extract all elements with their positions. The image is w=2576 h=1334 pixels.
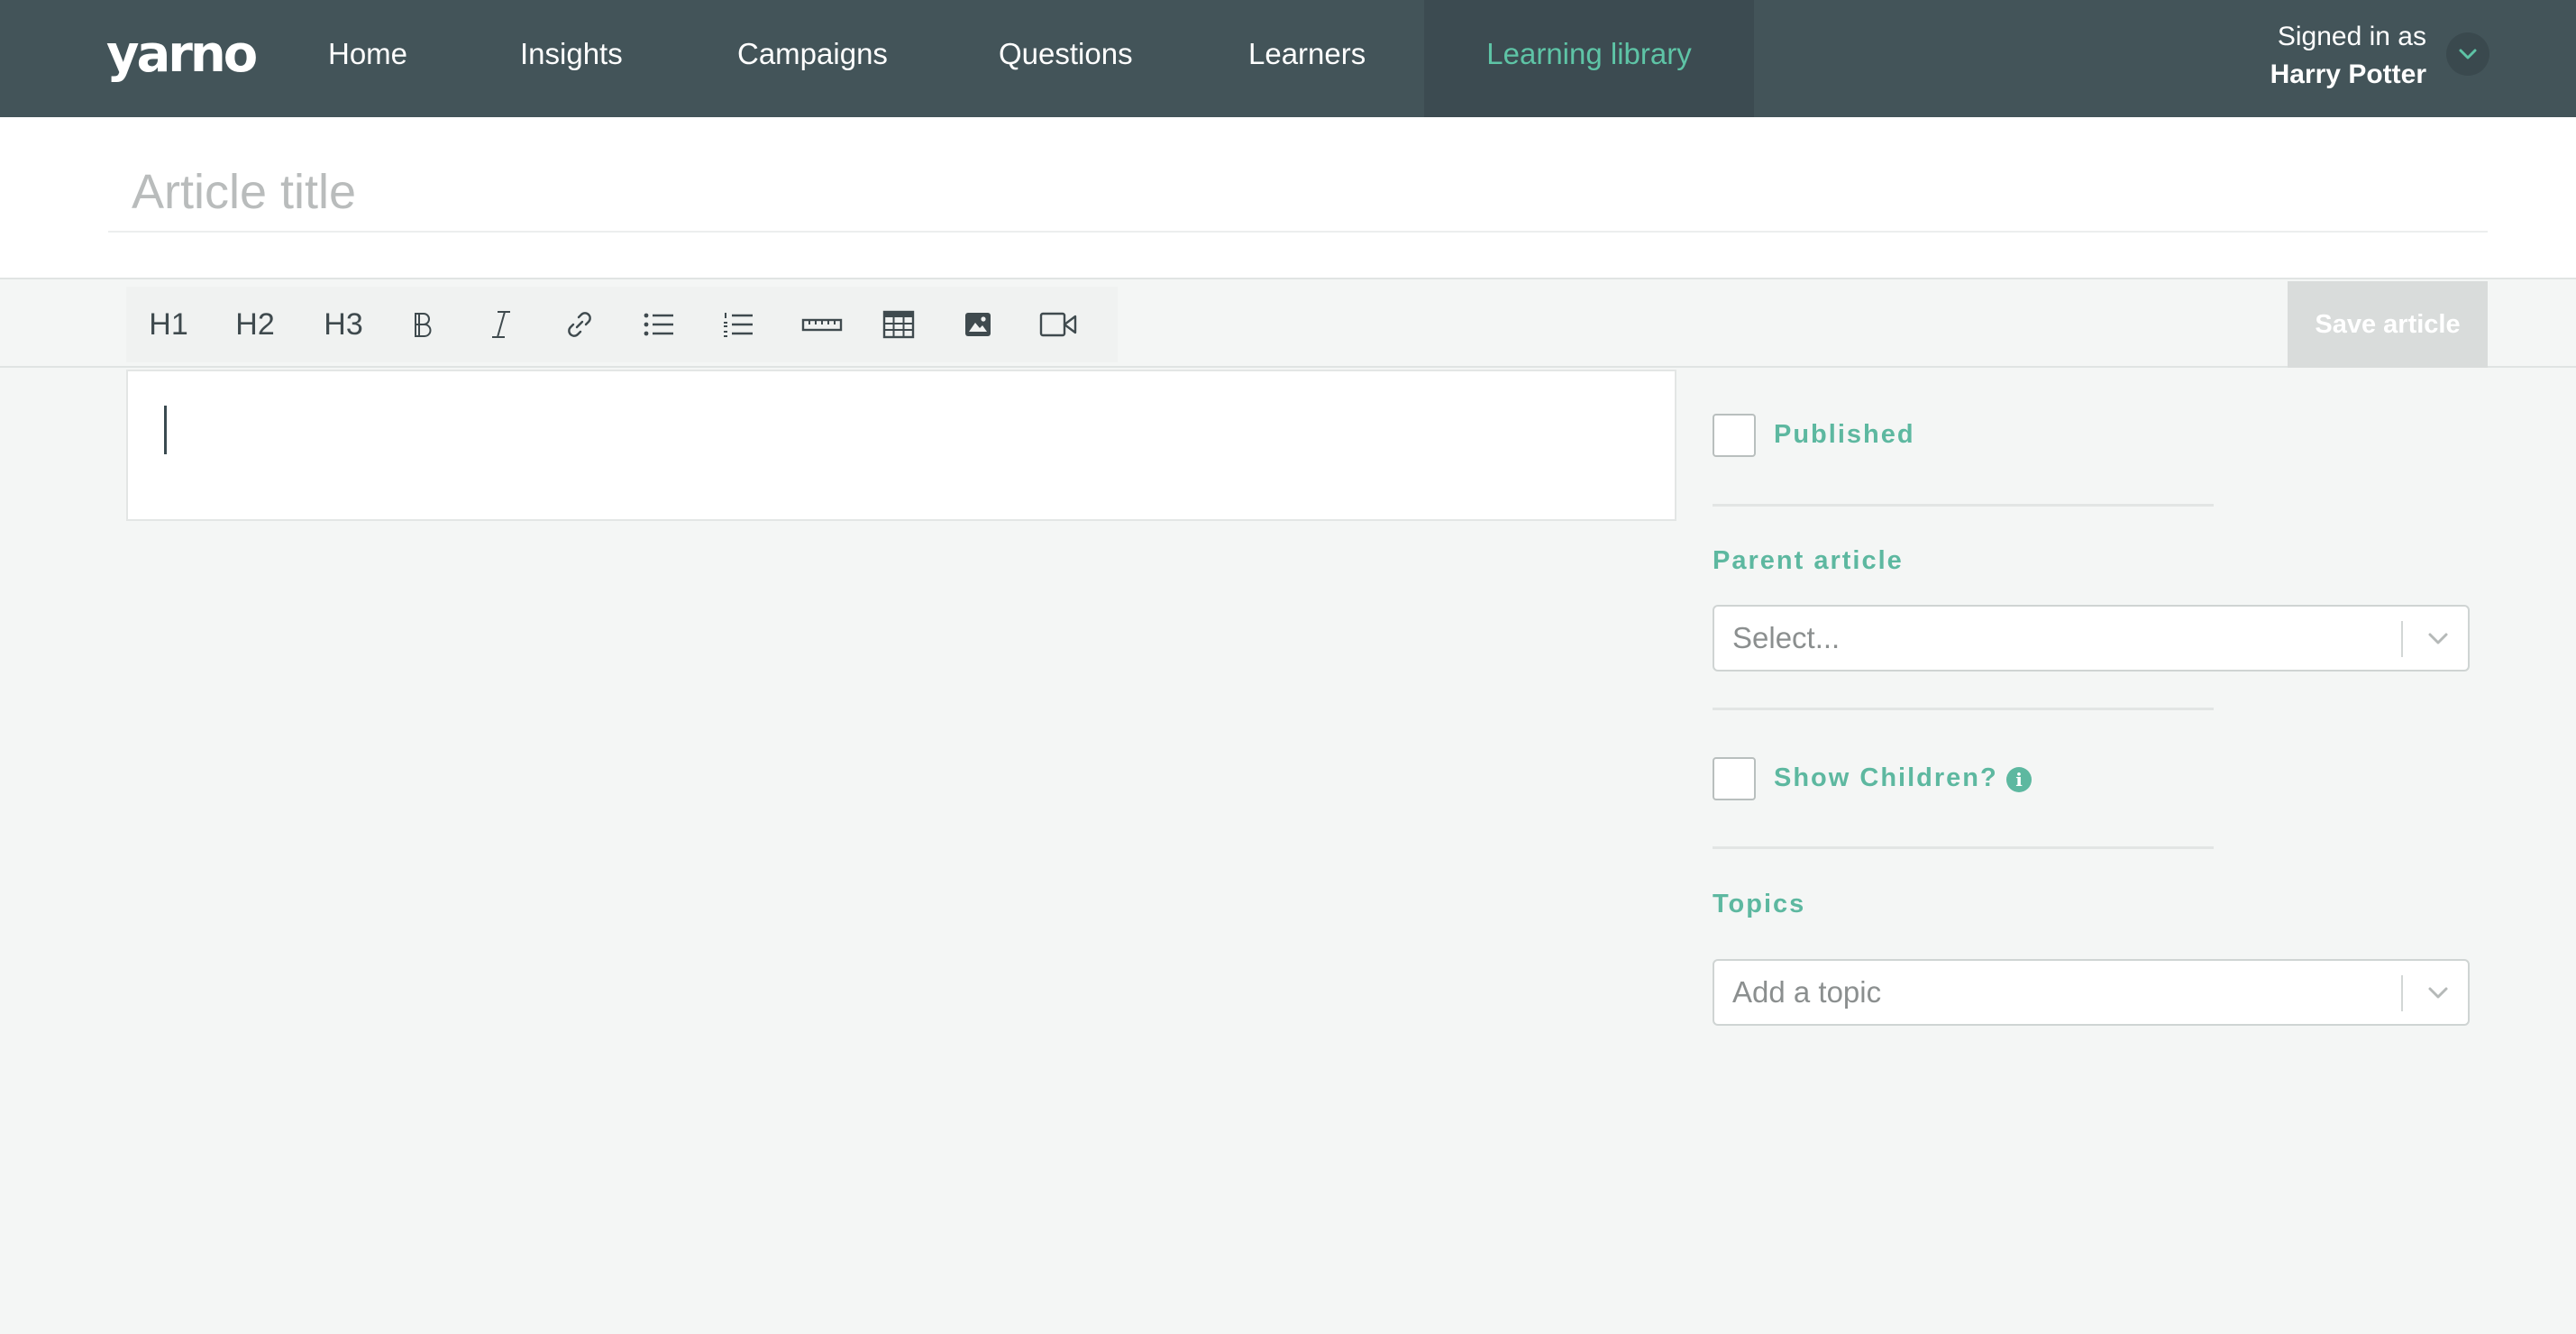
- editor-toolbar: H1 H2 H3 Save article: [0, 281, 2576, 368]
- heading-2-button[interactable]: H2: [227, 287, 283, 362]
- numbered-list-button[interactable]: [717, 287, 759, 362]
- info-icon[interactable]: i: [2006, 767, 2032, 792]
- nav-item-learning-library[interactable]: Learning library: [1424, 0, 1754, 117]
- video-button[interactable]: [1033, 287, 1083, 362]
- heading-1-button[interactable]: H1: [141, 287, 196, 362]
- save-article-button[interactable]: Save article: [2288, 281, 2488, 368]
- chevron-down-icon[interactable]: [2426, 982, 2450, 1002]
- yarno-logo[interactable]: yarno: [106, 23, 258, 87]
- bullet-list-icon: [644, 313, 673, 336]
- link-button[interactable]: [559, 287, 600, 362]
- italic-icon: [492, 311, 510, 338]
- image-icon: [965, 313, 991, 336]
- divider: [1713, 708, 2214, 710]
- nav-item-campaigns[interactable]: Campaigns: [737, 0, 888, 117]
- chevron-down-icon[interactable]: [2426, 628, 2450, 648]
- user-menu-toggle[interactable]: [2446, 32, 2489, 76]
- table-button[interactable]: [878, 287, 919, 362]
- numbered-list-icon: [724, 313, 753, 337]
- formatting-tools: H1 H2 H3: [126, 287, 1118, 362]
- select-separator: [2401, 621, 2403, 657]
- divider: [1713, 504, 2214, 507]
- nav-item-home[interactable]: Home: [328, 0, 407, 117]
- article-title-area: [0, 117, 2576, 279]
- signed-in-label: Signed in as: [2277, 22, 2426, 51]
- video-icon: [1039, 312, 1077, 337]
- text-cursor: [164, 406, 167, 454]
- article-title-input[interactable]: [108, 153, 2488, 233]
- horizontal-rule-icon: [801, 318, 843, 332]
- parent-article-select[interactable]: Select...: [1713, 605, 2470, 672]
- published-label[interactable]: Published: [1774, 420, 1915, 450]
- topics-label: Topics: [1713, 890, 1806, 918]
- horizontal-rule-button[interactable]: [793, 287, 851, 362]
- chevron-down-icon: [2459, 49, 2477, 59]
- link-icon: [568, 312, 591, 337]
- show-children-label[interactable]: Show Children?: [1774, 763, 1998, 793]
- parent-article-label: Parent article: [1713, 546, 1904, 575]
- show-children-checkbox[interactable]: [1713, 757, 1756, 800]
- nav-item-questions[interactable]: Questions: [999, 0, 1133, 117]
- italic-button[interactable]: [481, 287, 521, 362]
- bold-icon: [415, 313, 432, 337]
- published-checkbox[interactable]: [1713, 414, 1756, 457]
- image-button[interactable]: [957, 287, 999, 362]
- topics-placeholder: Add a topic: [1732, 975, 1882, 1009]
- divider: [1713, 846, 2214, 849]
- signed-in-info: Signed in as Harry Potter: [2270, 18, 2426, 94]
- bullet-list-button[interactable]: [638, 287, 680, 362]
- table-icon: [882, 310, 915, 339]
- nav-item-learners[interactable]: Learners: [1248, 0, 1366, 117]
- user-name: Harry Potter: [2270, 59, 2426, 89]
- nav-item-insights[interactable]: Insights: [520, 0, 623, 117]
- parent-article-placeholder: Select...: [1732, 621, 1841, 654]
- top-navigation-bar: yarno Home Insights Campaigns Questions …: [0, 0, 2576, 117]
- bold-button[interactable]: [402, 287, 442, 362]
- topics-select[interactable]: Add a topic: [1713, 959, 2470, 1026]
- article-body-editor[interactable]: [126, 370, 1676, 521]
- select-separator: [2401, 975, 2403, 1011]
- heading-3-button[interactable]: H3: [315, 287, 371, 362]
